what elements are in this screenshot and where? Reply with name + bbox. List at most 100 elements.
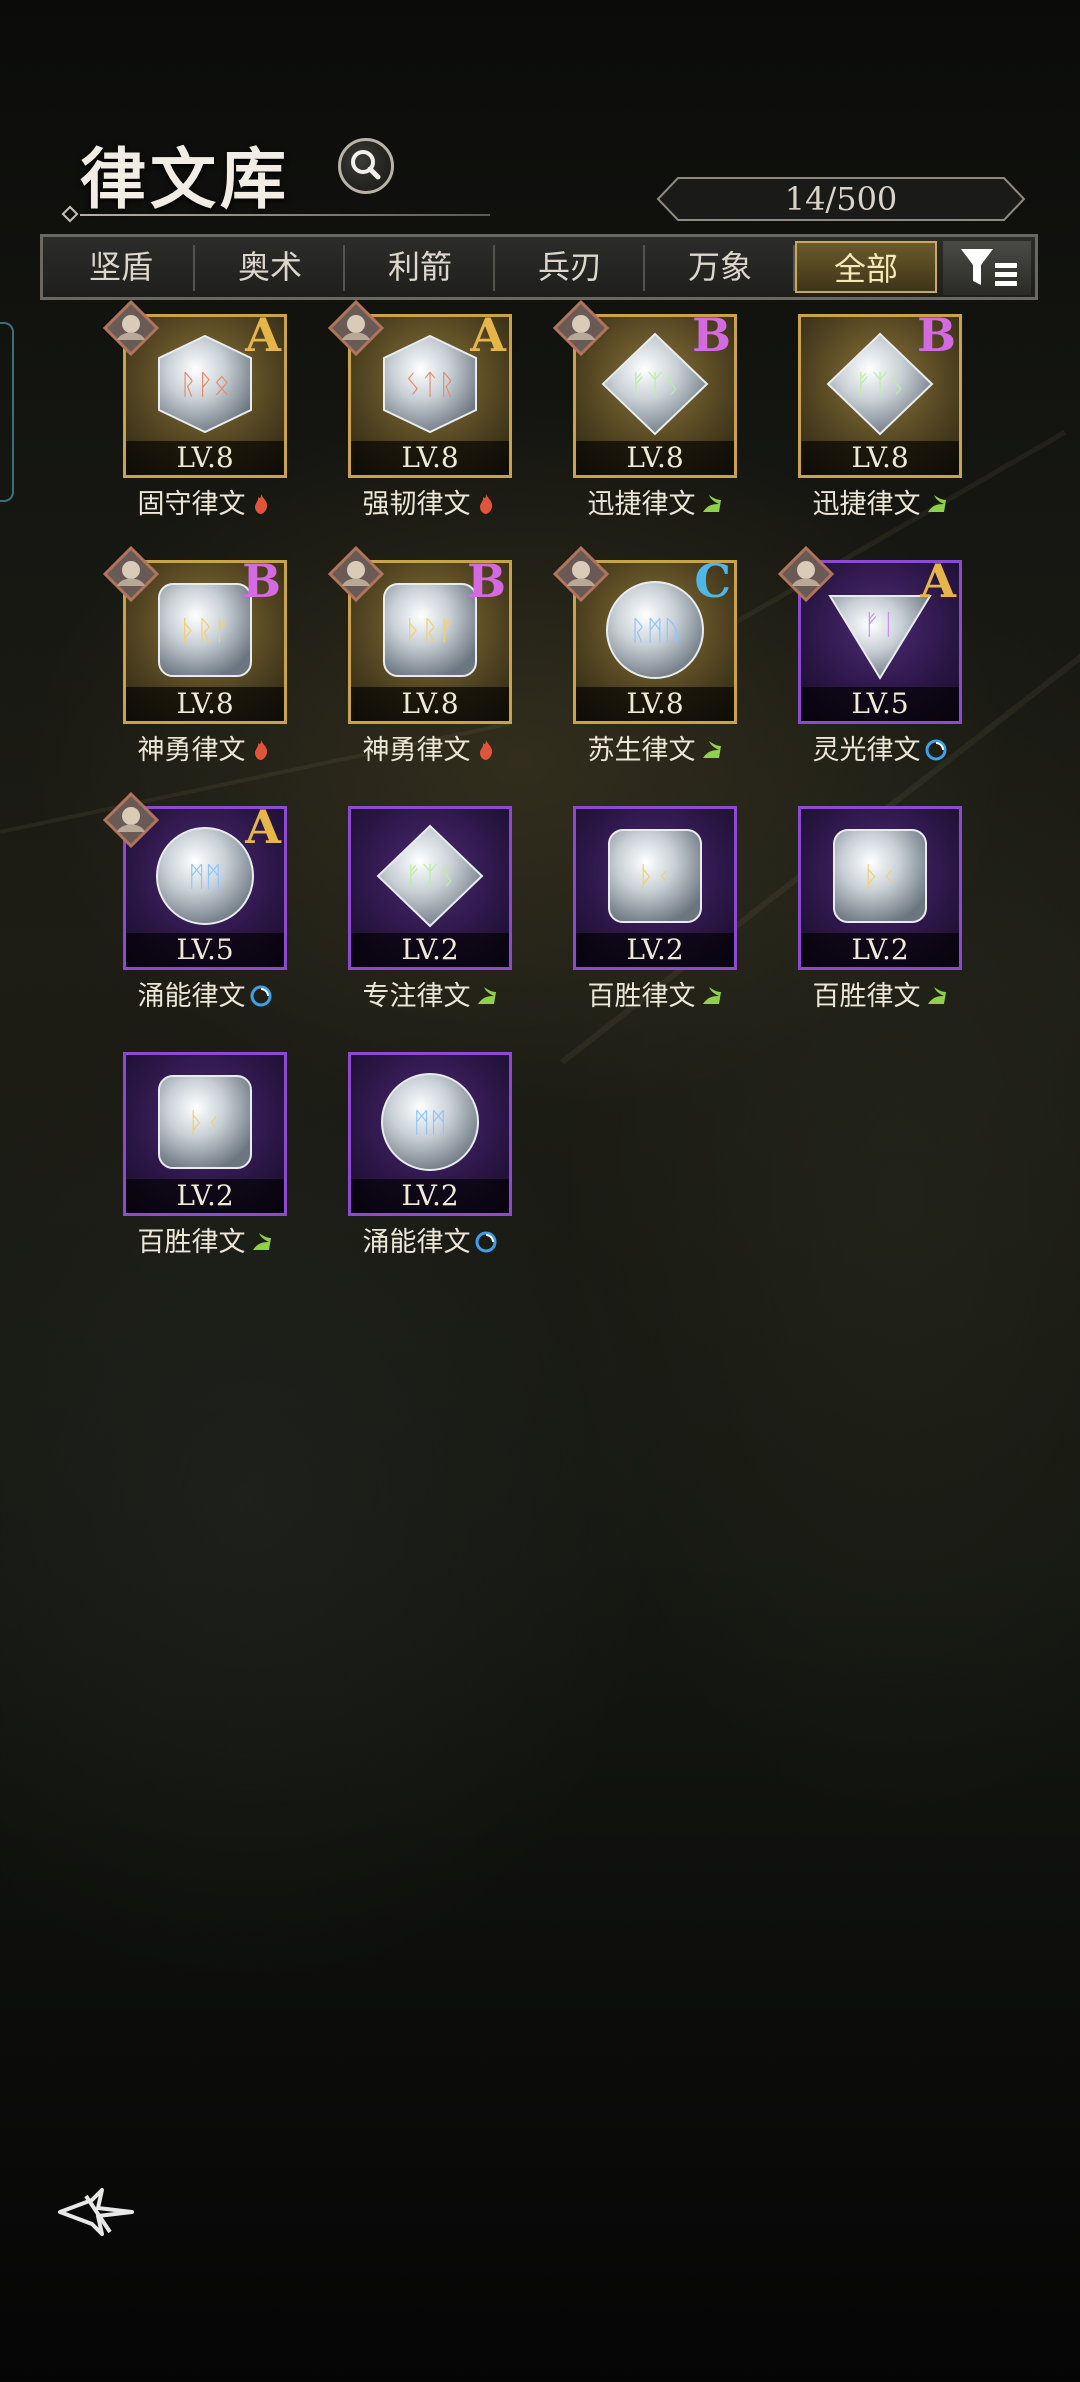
rune-name-text: 百胜律文 bbox=[137, 1227, 246, 1258]
rune-item[interactable]: ᚦᚱᚠ LV.8 B 神勇律文 bbox=[103, 546, 287, 766]
rune-grade: B bbox=[467, 554, 506, 608]
back-button[interactable] bbox=[56, 2182, 136, 2242]
rune-gem-icon: ᛗᛗ bbox=[381, 1073, 479, 1171]
wind-icon bbox=[699, 738, 723, 762]
rune-gem-icon: ᚦᚲ bbox=[833, 829, 927, 923]
search-button[interactable] bbox=[338, 138, 394, 194]
rune-name-text: 涌能律文 bbox=[362, 1227, 471, 1258]
rune-item[interactable]: ᚠᛉᛊ LV.2 专注律文 bbox=[348, 806, 512, 1012]
rune-level: LV.5 bbox=[126, 933, 284, 967]
rune-item[interactable]: ᚦᚲ LV.2 百胜律文 bbox=[123, 1052, 287, 1258]
rune-level: LV.8 bbox=[126, 687, 284, 721]
rune-glyph: ᚦᚲ bbox=[863, 860, 897, 893]
rune-glyph: ᚦᚲ bbox=[188, 1106, 222, 1139]
back-arrow-icon bbox=[58, 2188, 134, 2236]
tab-shield[interactable]: 坚盾 bbox=[51, 241, 191, 293]
side-panel-tab[interactable] bbox=[0, 322, 14, 502]
rune-level: LV.8 bbox=[351, 441, 509, 475]
rune-name: 百胜律文 bbox=[93, 1220, 317, 1259]
rune-name: 灵光律文 bbox=[768, 728, 992, 767]
rune-gem-icon: ᚦᚲ bbox=[158, 1075, 252, 1169]
rune-name-text: 迅捷律文 bbox=[812, 489, 921, 520]
tab-myriad[interactable]: 万象 bbox=[649, 241, 791, 293]
rune-item[interactable]: ᛊᛏᚱ LV.8 A 强韧律文 bbox=[328, 300, 512, 520]
rune-gem-icon: ᛗᛗ bbox=[156, 827, 254, 925]
rune-grade: A bbox=[470, 308, 506, 362]
rune-name: 迅捷律文 bbox=[543, 482, 767, 521]
rune-name: 神勇律文 bbox=[93, 728, 317, 767]
rune-name-text: 涌能律文 bbox=[137, 981, 246, 1012]
tab-arcane[interactable]: 奥术 bbox=[199, 241, 341, 293]
rune-glyph: ᚠᛉᛊ bbox=[855, 368, 905, 401]
title-divider-ornament bbox=[61, 205, 79, 223]
rune-gem-icon: ᚱᛗᚢ bbox=[606, 581, 704, 679]
fire-icon bbox=[474, 492, 498, 516]
wind-icon bbox=[474, 984, 498, 1008]
rune-name-text: 神勇律文 bbox=[362, 735, 471, 766]
tab-blade[interactable]: 兵刃 bbox=[499, 241, 641, 293]
rune-level: LV.8 bbox=[576, 441, 734, 475]
fire-icon bbox=[249, 492, 273, 516]
rune-grade: B bbox=[692, 308, 731, 362]
rune-name-text: 灵光律文 bbox=[812, 735, 921, 766]
equipped-hero-badge-icon bbox=[778, 546, 834, 602]
equipped-hero-badge-icon bbox=[553, 546, 609, 602]
rune-name: 苏生律文 bbox=[543, 728, 767, 767]
rune-glyph: ᚦᚲ bbox=[638, 860, 672, 893]
rune-level: LV.2 bbox=[351, 1179, 509, 1213]
rune-gem-icon: ᚠᛉᛊ bbox=[376, 824, 484, 928]
rune-name: 百胜律文 bbox=[543, 974, 767, 1013]
rune-grade: B bbox=[917, 308, 956, 362]
equipped-hero-badge-icon bbox=[553, 300, 609, 356]
filter-button[interactable] bbox=[943, 241, 1031, 295]
tab-all[interactable]: 全部 bbox=[795, 241, 937, 293]
rune-item[interactable]: ᛗᛗ LV.5 A 涌能律文 bbox=[103, 792, 287, 1012]
rune-level: LV.8 bbox=[351, 687, 509, 721]
rune-item[interactable]: ᚦᚲ LV.2 百胜律文 bbox=[573, 806, 737, 1012]
rune-grade: A bbox=[245, 308, 281, 362]
rune-level: LV.2 bbox=[126, 1179, 284, 1213]
water-icon bbox=[249, 984, 273, 1008]
rune-name: 涌能律文 bbox=[93, 974, 317, 1013]
water-icon bbox=[474, 1230, 498, 1254]
rune-gem-icon: ᚱᚹᛟ bbox=[158, 334, 252, 434]
rune-item[interactable]: ᚠᛉᛊ LV.8 B 迅捷律文 bbox=[553, 300, 737, 520]
wind-icon bbox=[249, 1230, 273, 1254]
rune-level: LV.2 bbox=[351, 933, 509, 967]
rune-name-text: 百胜律文 bbox=[587, 981, 696, 1012]
water-icon bbox=[924, 738, 948, 762]
rune-name: 专注律文 bbox=[318, 974, 542, 1013]
rune-item[interactable]: ᚠᛉᛊ LV.8 B 迅捷律文 bbox=[798, 308, 962, 520]
title-divider bbox=[80, 214, 490, 216]
rune-item[interactable]: ᚱᛗᚢ LV.8 C 苏生律文 bbox=[553, 546, 737, 766]
rune-gem-icon: ᛊᛏᚱ bbox=[383, 334, 477, 434]
inventory-capacity: 14/500 bbox=[656, 176, 1026, 222]
rune-name-text: 百胜律文 bbox=[812, 981, 921, 1012]
rune-level: LV.8 bbox=[801, 441, 959, 475]
rune-name-text: 专注律文 bbox=[362, 981, 471, 1012]
rune-name-text: 强韧律文 bbox=[362, 489, 471, 520]
fire-icon bbox=[249, 738, 273, 762]
rune-item[interactable]: ᚱᚹᛟ LV.8 A 固守律文 bbox=[103, 300, 287, 520]
rune-gem-icon: ᚦᚲ bbox=[608, 829, 702, 923]
rune-glyph: ᛗᛗ bbox=[413, 1106, 447, 1139]
rune-name-text: 固守律文 bbox=[137, 489, 246, 520]
rune-item[interactable]: ᛗᛗ LV.2 涌能律文 bbox=[348, 1052, 512, 1258]
equipped-hero-badge-icon bbox=[328, 300, 384, 356]
rune-glyph: ᚱᚹᛟ bbox=[180, 368, 230, 401]
equipped-hero-badge-icon bbox=[103, 546, 159, 602]
wind-icon bbox=[699, 492, 723, 516]
rune-level: LV.2 bbox=[801, 933, 959, 967]
rune-item[interactable]: ᚠᛁ LV.5 A 灵光律文 bbox=[778, 546, 962, 766]
wind-icon bbox=[699, 984, 723, 1008]
rune-name-text: 迅捷律文 bbox=[587, 489, 696, 520]
rune-item[interactable]: ᚦᚱᚠ LV.8 B 神勇律文 bbox=[328, 546, 512, 766]
equipped-hero-badge-icon bbox=[103, 792, 159, 848]
rune-name-text: 神勇律文 bbox=[137, 735, 246, 766]
rune-level: LV.8 bbox=[126, 441, 284, 475]
wind-icon bbox=[924, 984, 948, 1008]
rune-item[interactable]: ᚦᚲ LV.2 百胜律文 bbox=[798, 806, 962, 1012]
rune-name: 神勇律文 bbox=[318, 728, 542, 767]
rune-glyph: ᛊᛏᚱ bbox=[405, 368, 455, 401]
tab-arrow[interactable]: 利箭 bbox=[349, 241, 491, 293]
